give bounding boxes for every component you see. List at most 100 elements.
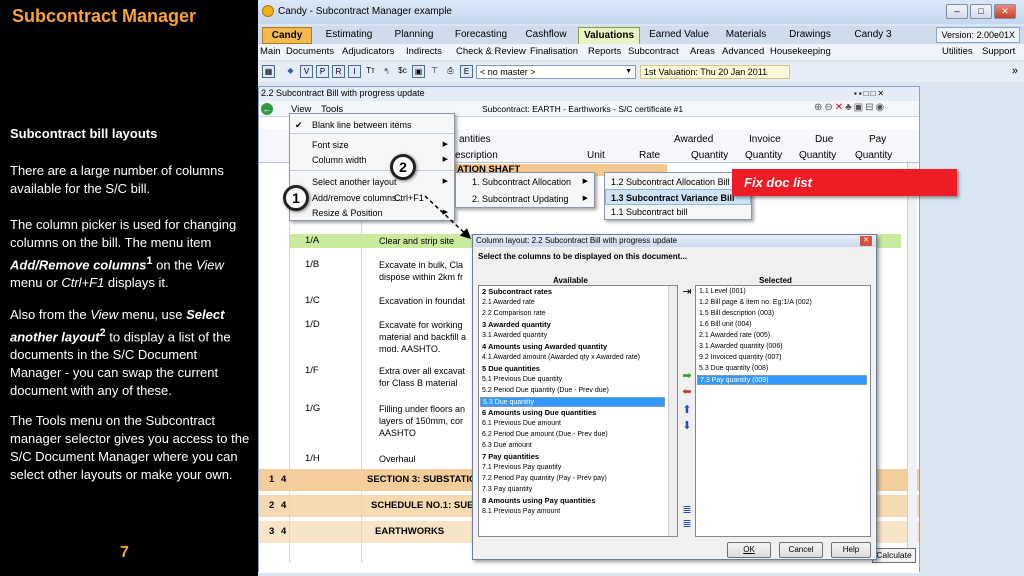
print-icon[interactable]: ⎙ xyxy=(444,65,457,78)
tab-valuations[interactable]: Valuations xyxy=(578,27,640,44)
available-column-item[interactable]: 5.3 Due quantity xyxy=(480,397,665,407)
menu-subcontract[interactable]: Subcontract xyxy=(628,46,679,57)
menu-advanced[interactable]: Advanced xyxy=(722,46,764,57)
menu-item-add-remove-columns[interactable]: Add/remove columns.. Ctrl+F1 xyxy=(290,190,454,206)
export-icon[interactable]: E xyxy=(460,65,473,78)
calculate-button[interactable]: Calculate xyxy=(872,548,916,563)
available-column-item[interactable]: 3 Awarded quantity xyxy=(482,320,551,330)
toolbar-i-icon[interactable]: I xyxy=(348,65,361,78)
tab-drawings[interactable]: Drawings xyxy=(782,27,838,44)
selected-column-item[interactable]: 3.1 Awarded quantity (006) xyxy=(699,342,783,352)
available-column-item[interactable]: 6.1 Previous Due amount xyxy=(482,419,561,429)
menu-item-subcontract-bill[interactable]: 1.1 Subcontract bill xyxy=(605,204,751,220)
menu-item-select-layout[interactable]: Select another layout ▶ xyxy=(290,174,454,190)
available-column-item[interactable]: 3.1 Awarded quantity xyxy=(482,331,547,341)
selected-column-item[interactable]: 1.1 Level (001) xyxy=(699,287,746,297)
list-option-icon[interactable]: ≣ xyxy=(681,505,693,516)
menu-support[interactable]: Support xyxy=(982,46,1015,57)
ok-button[interactable]: OK xyxy=(727,542,771,558)
expand-icon[interactable]: » xyxy=(1012,65,1018,77)
menu-areas[interactable]: Areas xyxy=(690,46,715,57)
back-icon[interactable]: ← xyxy=(261,103,273,115)
tab-forecasting[interactable]: Forecasting xyxy=(448,27,514,44)
diamond-icon[interactable]: ◆ xyxy=(284,65,297,78)
menu-item-allocation-bill[interactable]: 1.2 Subcontract Allocation Bill xyxy=(605,174,751,190)
available-column-item[interactable]: 6.2 Period Due amount (Due - Prev due) xyxy=(482,430,608,440)
selected-column-item[interactable]: 1.5 Bill description (003) xyxy=(699,309,774,319)
available-column-item[interactable]: 4 Amounts using Awarded quantity xyxy=(482,342,607,352)
selected-column-item[interactable]: 9.2 Invoiced quantity (007) xyxy=(699,353,782,363)
selected-column-item[interactable]: 1.6 Bill unit (004) xyxy=(699,320,752,330)
add-all-icon[interactable]: ⇥ xyxy=(681,287,693,298)
tab-planning[interactable]: Planning xyxy=(384,27,444,44)
tab-estimating[interactable]: Estimating xyxy=(318,27,380,44)
available-column-item[interactable]: 2.2 Comparison rate xyxy=(482,309,545,319)
available-column-item[interactable]: 5.2 Period Due quantity (Due - Prev due) xyxy=(482,386,609,396)
available-column-item[interactable]: 4.1 Awarded amount (Awarded qty x Awarde… xyxy=(482,353,640,363)
cancel-button[interactable]: Cancel xyxy=(779,542,823,558)
adjust-icon[interactable]: ᵃⱼ xyxy=(380,65,393,78)
toolbar-p-icon[interactable]: P xyxy=(316,65,329,78)
pin-icon[interactable]: ⊤ xyxy=(428,65,441,78)
available-column-item[interactable]: 6.3 Due amount xyxy=(482,441,532,451)
available-column-item[interactable]: 7.2 Period Pay quantity (Pay - Prev pay) xyxy=(482,474,607,484)
available-column-item[interactable]: 5.1 Previous Due quantity xyxy=(482,375,562,385)
menu-finalisation[interactable]: Finalisation xyxy=(530,46,578,57)
available-scrollbar[interactable] xyxy=(668,286,677,536)
toolbar-r-icon[interactable]: R xyxy=(332,65,345,78)
add-column-icon[interactable]: ➡ xyxy=(681,371,693,382)
menu-reports[interactable]: Reports xyxy=(588,46,621,57)
menu-adjudicators[interactable]: Adjudicators xyxy=(342,46,394,57)
tab-candy-3[interactable]: Candy 3 xyxy=(848,27,898,44)
available-column-item[interactable]: 7 Pay quantities xyxy=(482,452,539,462)
grid-vertical-scrollbar[interactable] xyxy=(907,163,917,563)
menu-item-resize-position[interactable]: Resize & Position ▶ xyxy=(290,205,454,221)
currency-icon[interactable]: $c xyxy=(396,65,409,78)
menu-main[interactable]: Main xyxy=(260,46,281,57)
menu-item-subcontract-updating[interactable]: 2. Subcontract Updating ▶ xyxy=(456,191,594,207)
tab-materials[interactable]: Materials xyxy=(718,27,774,44)
available-column-item[interactable]: 2 Subcontract rates xyxy=(482,287,552,297)
menu-documents[interactable]: Documents xyxy=(286,46,334,57)
document-window-buttons[interactable]: ▪▪□□✕ xyxy=(854,89,886,98)
font-size-icon[interactable]: Tт xyxy=(364,65,377,78)
menu-check-review[interactable]: Check & Review xyxy=(456,46,526,57)
tab-earned-value[interactable]: Earned Value xyxy=(644,27,714,44)
available-column-item[interactable]: 7.3 Pay quantity xyxy=(482,485,532,495)
available-column-item[interactable]: 8.1 Previous Pay amount xyxy=(482,507,560,517)
move-down-icon[interactable]: ⬇ xyxy=(681,421,693,432)
menu-indirects[interactable]: Indirects xyxy=(406,46,442,57)
doc-toolbar-icons[interactable]: ⊕⊖✕♣▣⊟◉ xyxy=(814,102,886,113)
selected-column-item[interactable]: 5.3 Due quantity (008) xyxy=(699,364,768,374)
remove-column-icon[interactable]: ⬅ xyxy=(681,387,693,398)
menu-item-variance-bill[interactable]: 1.3 Subcontract Variance Bill xyxy=(605,189,751,205)
move-up-icon[interactable]: ⬆ xyxy=(681,405,693,416)
available-column-item[interactable]: 6 Amounts using Due quantities xyxy=(482,408,596,418)
toolbar-v-icon[interactable]: V xyxy=(300,65,313,78)
available-column-item[interactable]: 7.1 Previous Pay quantity xyxy=(482,463,561,473)
list-option-icon[interactable]: ≣ xyxy=(681,519,693,530)
dialog-close-icon[interactable]: ✕ xyxy=(860,236,872,246)
selected-column-item[interactable]: 7.3 Pay quantity (009) xyxy=(697,375,867,385)
available-column-item[interactable]: 5 Due quantities xyxy=(482,364,540,374)
valuation-field[interactable]: 1st Valuation: Thu 20 Jan 2011 xyxy=(640,65,790,79)
available-columns-list[interactable]: 2 Subcontract rates 2.1 Awarded rate 2.2 C… xyxy=(478,285,678,537)
menu-item-subcontract-allocation[interactable]: 1. Subcontract Allocation ▶ xyxy=(456,174,594,190)
maximize-button[interactable]: □ xyxy=(970,4,992,19)
menu-utilities[interactable]: Utilities xyxy=(942,46,973,57)
menu-item-font-size[interactable]: Font size ▶ xyxy=(290,137,454,153)
menu-item-column-width[interactable]: Column width ▶ xyxy=(290,152,454,168)
selected-column-item[interactable]: 2.1 Awarded rate (005) xyxy=(699,331,770,341)
layout-icon[interactable]: ▦ xyxy=(262,65,275,78)
master-select[interactable]: < no master > ▼ xyxy=(476,65,636,79)
close-button[interactable]: ✕ xyxy=(994,4,1016,19)
menu-item-blank-line[interactable]: ✔ Blank line between items xyxy=(290,117,454,133)
calculator-icon[interactable]: ▣ xyxy=(412,65,425,78)
tab-candy[interactable]: Candy xyxy=(262,27,312,44)
menu-housekeeping[interactable]: Housekeeping xyxy=(770,46,831,57)
minimize-button[interactable]: – xyxy=(946,4,968,19)
selected-columns-list[interactable]: 1.1 Level (001) 1.2 Bill page & item no. … xyxy=(695,285,871,537)
available-column-item[interactable]: 2.1 Awarded rate xyxy=(482,298,535,308)
selected-column-item[interactable]: 1.2 Bill page & item no. Eg:1/A (002) xyxy=(699,298,812,308)
help-button[interactable]: Help xyxy=(831,542,871,558)
